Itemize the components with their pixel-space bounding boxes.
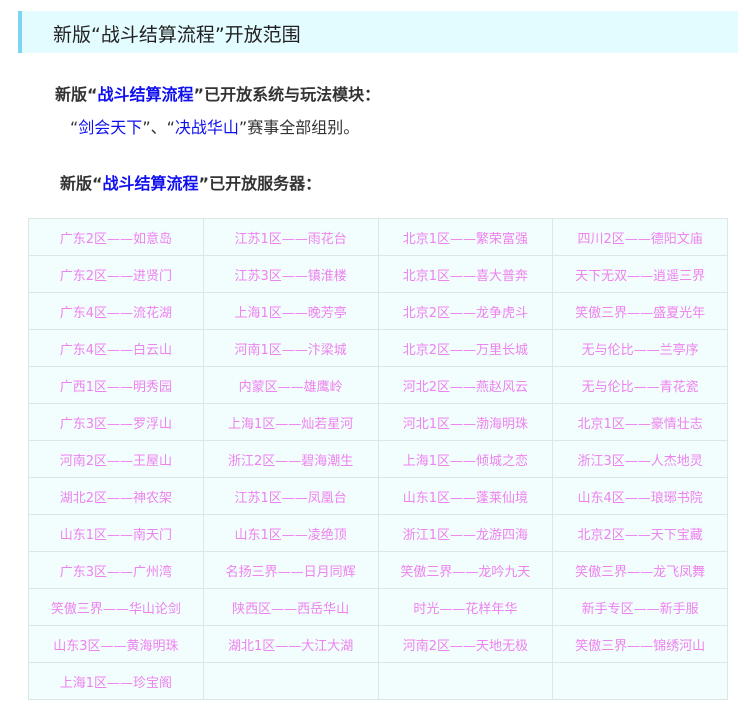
server-table: 广东2区——如意岛 江苏1区——雨花台 北京1区——繁荣富强 四川2区——德阳文庙 广东…: [28, 218, 728, 700]
servers-heading: 新版“战斗结算流程”已开放服务器：: [60, 170, 321, 194]
server-cell: 北京1区——喜大普奔: [377, 255, 554, 293]
table-row: 广东2区——进贤门 江苏3区——镇淮楼 北京1区——喜大普奔 天下无双——逍遥三界: [28, 255, 728, 293]
server-cell: 浙江1区——龙游四海: [377, 514, 554, 552]
server-cell: 浙江2区——碧海潮生: [202, 440, 379, 478]
server-cell: 广东4区——白云山: [28, 329, 204, 367]
table-row: 广东4区——流花湖 上海1区——晚芳亭 北京2区——龙争虎斗 笑傲三界——盛夏光年: [28, 292, 728, 330]
server-cell: 北京2区——天下宝藏: [552, 514, 728, 552]
server-cell: 北京1区——豪情壮志: [552, 403, 728, 441]
text: ”赛事全部组别。: [238, 118, 360, 137]
highlight-text: 战斗结算流程: [97, 85, 194, 104]
server-cell: [377, 662, 554, 700]
server-cell: 广东3区——广州湾: [28, 551, 204, 589]
table-row: 广西1区——明秀园 内蒙区——雄鹰岭 河北2区——燕赵风云 无与伦比——青花瓷: [28, 366, 728, 404]
server-cell: 河南1区——汴梁城: [202, 329, 379, 367]
server-cell: 四川2区——德阳文庙: [552, 218, 728, 256]
server-cell: 笑傲三界——盛夏光年: [552, 292, 728, 330]
text: ”、“: [142, 118, 175, 137]
server-cell: 河南2区——天地无极: [377, 625, 554, 663]
table-row: 湖北2区——神农架 江苏1区——凤凰台 山东1区——蓬莱仙境 山东4区——琅琊书院: [28, 477, 728, 515]
server-cell: 无与伦比——青花瓷: [552, 366, 728, 404]
server-cell: 笑傲三界——龙吟九天: [377, 551, 554, 589]
server-cell: 广东4区——流花湖: [28, 292, 204, 330]
server-cell: 湖北1区——大江大湖: [202, 625, 379, 663]
server-cell: 河北2区——燕赵风云: [377, 366, 554, 404]
text: 新版“: [60, 174, 103, 193]
section-header: 新版“战斗结算流程”开放范围: [18, 11, 738, 53]
server-cell: 无与伦比——兰亭序: [552, 329, 728, 367]
server-cell: 上海1区——倾城之恋: [377, 440, 554, 478]
server-cell: 笑傲三界——华山论剑: [28, 588, 204, 626]
server-cell: 山东1区——蓬莱仙境: [377, 477, 554, 515]
server-cell: 北京1区——繁荣富强: [377, 218, 554, 256]
table-row: 河南2区——王屋山 浙江2区——碧海潮生 上海1区——倾城之恋 浙江3区——人杰地灵: [28, 440, 728, 478]
server-cell: 广西1区——明秀园: [28, 366, 204, 404]
table-row: 广东3区——罗浮山 上海1区——灿若星河 河北1区——渤海明珠 北京1区——豪情壮志: [28, 403, 728, 441]
server-cell: 广东2区——进贤门: [28, 255, 204, 293]
server-cell: 上海1区——晚芳亭: [202, 292, 379, 330]
server-cell: [552, 662, 728, 700]
server-cell: 新手专区——新手服: [552, 588, 728, 626]
modules-heading: 新版“战斗结算流程”已开放系统与玩法模块：: [55, 81, 380, 105]
server-cell: 浙江3区——人杰地灵: [552, 440, 728, 478]
server-cell: 河北1区——渤海明珠: [377, 403, 554, 441]
table-row: 广东2区——如意岛 江苏1区——雨花台 北京1区——繁荣富强 四川2区——德阳文庙: [28, 218, 728, 256]
server-cell: 名扬三界——日月同辉: [202, 551, 379, 589]
table-row: 山东1区——南天门 山东1区——凌绝顶 浙江1区——龙游四海 北京2区——天下宝藏: [28, 514, 728, 552]
modules-detail: “剑会天下”、“决战华山”赛事全部组别。: [70, 114, 359, 138]
highlight-text: 战斗结算流程: [102, 174, 199, 193]
table-row: 山东3区——黄海明珠 湖北1区——大江大湖 河南2区——天地无极 笑傲三界——锦绣河山: [28, 625, 728, 663]
table-row: 广东3区——广州湾 名扬三界——日月同辉 笑傲三界——龙吟九天 笑傲三界——龙飞凤舞: [28, 551, 728, 589]
server-cell: 内蒙区——雄鹰岭: [202, 366, 379, 404]
server-cell: 北京2区——万里长城: [377, 329, 554, 367]
server-cell: 江苏1区——雨花台: [202, 218, 379, 256]
server-cell: 江苏1区——凤凰台: [202, 477, 379, 515]
table-row: 笑傲三界——华山论剑 陕西区——西岳华山 时光——花样年华 新手专区——新手服: [28, 588, 728, 626]
server-cell: 时光——花样年华: [377, 588, 554, 626]
server-cell: 江苏3区——镇淮楼: [202, 255, 379, 293]
section-title: 新版“战斗结算流程”开放范围: [53, 24, 301, 46]
text: ”已开放服务器：: [198, 174, 322, 193]
server-cell: 山东4区——琅琊书院: [552, 477, 728, 515]
module-item: 决战华山: [174, 118, 239, 137]
text: 新版“: [55, 85, 98, 104]
server-cell: [202, 662, 379, 700]
server-cell: 陕西区——西岳华山: [202, 588, 379, 626]
server-cell: 广东3区——罗浮山: [28, 403, 204, 441]
server-cell: 天下无双——逍遥三界: [552, 255, 728, 293]
server-cell: 山东1区——南天门: [28, 514, 204, 552]
server-cell: 湖北2区——神农架: [28, 477, 204, 515]
server-cell: 笑傲三界——锦绣河山: [552, 625, 728, 663]
server-cell: 广东2区——如意岛: [28, 218, 204, 256]
table-row: 上海1区——珍宝阁: [28, 662, 728, 700]
server-cell: 北京2区——龙争虎斗: [377, 292, 554, 330]
server-cell: 笑傲三界——龙飞凤舞: [552, 551, 728, 589]
text: ”已开放系统与玩法模块：: [193, 85, 381, 104]
module-item: 剑会天下: [78, 118, 143, 137]
server-cell: 上海1区——珍宝阁: [28, 662, 204, 700]
server-cell: 河南2区——王屋山: [28, 440, 204, 478]
server-cell: 山东1区——凌绝顶: [202, 514, 379, 552]
server-cell: 山东3区——黄海明珠: [28, 625, 204, 663]
table-row: 广东4区——白云山 河南1区——汴梁城 北京2区——万里长城 无与伦比——兰亭序: [28, 329, 728, 367]
server-cell: 上海1区——灿若星河: [202, 403, 379, 441]
